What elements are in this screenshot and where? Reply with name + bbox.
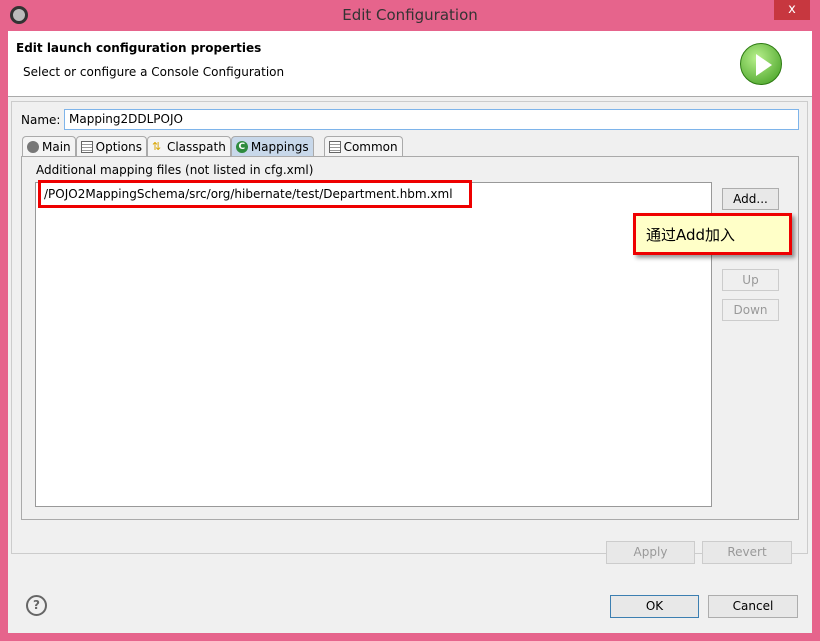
mappings-tab-content: Additional mapping files (not listed in … [21,156,799,520]
tab-label: Mappings [250,139,309,154]
help-icon[interactable]: ? [26,595,47,616]
tab-classpath[interactable]: ⇅ Classpath [146,136,231,156]
annotation-callout: 通过Add加入 [633,213,792,255]
ok-button[interactable]: OK [610,595,699,618]
tab-mappings[interactable]: C Mappings [230,136,314,156]
tab-label: Classpath [166,139,226,154]
list-item[interactable]: /POJO2MappingSchema/src/org/hibernate/te… [38,180,472,208]
tab-main[interactable]: Main [22,136,76,156]
gear-icon [27,140,39,153]
cancel-button[interactable]: Cancel [708,595,798,618]
mapping-files-list[interactable]: /POJO2MappingSchema/src/org/hibernate/te… [35,180,712,507]
tab-bar: Main Options ⇅ Classpath C Mappings Common [22,136,403,156]
dialog-header: Edit launch configuration properties Sel… [8,31,812,97]
mapping-files-label: Additional mapping files (not listed in … [36,163,314,177]
name-input[interactable]: Mapping2DDLPOJO [64,109,799,130]
header-title: Edit launch configuration properties [16,41,262,55]
tab-common[interactable]: Common [323,136,403,156]
title-bar: Edit Configuration x [0,0,820,31]
add-button[interactable]: Add... [722,188,779,210]
revert-button[interactable]: Revert [702,541,792,564]
c-icon: C [235,140,248,153]
tab-label: Options [95,139,142,154]
tab-label: Common [343,139,398,154]
name-label: Name: [21,113,61,127]
apply-button[interactable]: Apply [606,541,695,564]
tab-options[interactable]: Options [75,136,147,156]
table-icon [80,140,93,153]
dialog-body: Edit launch configuration properties Sel… [8,31,812,633]
table-icon [328,140,341,153]
tab-label: Main [42,139,71,154]
run-icon [740,43,782,85]
down-button[interactable]: Down [722,299,779,321]
header-subtitle: Select or configure a Console Configurat… [23,65,285,79]
close-button[interactable]: x [774,0,810,20]
window-title: Edit Configuration [342,6,478,24]
classpath-icon: ⇅ [151,139,162,153]
up-button[interactable]: Up [722,269,779,291]
highlight-box [38,180,472,208]
